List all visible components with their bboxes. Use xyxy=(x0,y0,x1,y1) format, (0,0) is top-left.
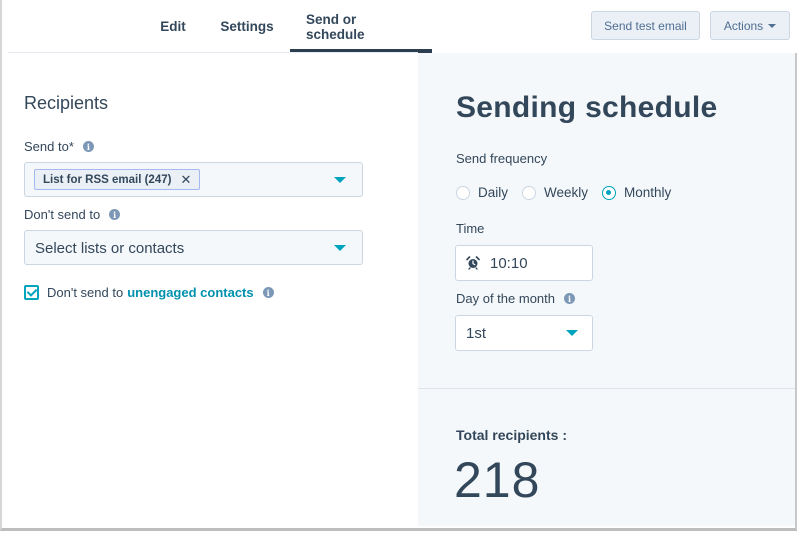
total-recipients-label: Total recipients : xyxy=(456,427,567,443)
sending-schedule-heading: Sending schedule xyxy=(456,91,718,124)
dont-send-to-label-text: Don't send to xyxy=(24,207,101,222)
time-label: Time xyxy=(456,221,485,236)
section-divider xyxy=(418,388,795,389)
unengaged-contacts-checkbox[interactable] xyxy=(24,285,39,300)
dont-send-to-label: Don't send to i xyxy=(24,207,121,222)
dont-send-to-placeholder: Select lists or contacts xyxy=(35,240,185,257)
tab-send-or-schedule[interactable]: Send or schedule xyxy=(290,0,432,53)
tab-edit[interactable]: Edit xyxy=(142,0,204,53)
unengaged-contacts-option: Don't send to unengaged contacts i xyxy=(24,285,274,300)
actions-label: Actions xyxy=(723,18,764,33)
radio-button[interactable] xyxy=(456,185,470,200)
day-of-month-select[interactable]: 1st xyxy=(455,315,593,351)
unengaged-prefix: Don't send to xyxy=(47,285,124,300)
chip-label: List for RSS email (247) xyxy=(43,173,172,186)
dropdown-arrow-icon xyxy=(334,245,346,251)
schedule-panel: Sending schedule Send frequency Daily We… xyxy=(418,53,795,526)
unengaged-contacts-link[interactable]: unengaged contacts xyxy=(127,285,253,300)
radio-label: Weekly xyxy=(544,185,589,200)
radio-label: Monthly xyxy=(624,185,672,200)
recipients-heading: Recipients xyxy=(24,93,109,113)
total-recipients-value: 218 xyxy=(454,452,541,508)
info-icon[interactable]: i xyxy=(109,209,121,220)
day-of-month-value: 1st xyxy=(466,325,487,342)
radio-weekly[interactable]: Weekly xyxy=(522,185,588,200)
time-input[interactable]: 10:10 xyxy=(455,245,593,281)
radio-button-selected[interactable] xyxy=(602,185,617,200)
day-of-month-label: Day of the month i xyxy=(456,291,575,306)
app-window: Edit Settings Send or schedule Send test… xyxy=(0,0,797,531)
top-nav: Edit Settings Send or schedule Send test… xyxy=(2,0,797,53)
radio-label: Daily xyxy=(478,185,509,200)
info-icon[interactable]: i xyxy=(564,293,575,304)
caret-down-icon xyxy=(768,24,777,28)
send-frequency-label: Send frequency xyxy=(456,151,548,166)
frequency-radio-group: Daily Weekly Monthly xyxy=(456,185,685,200)
radio-button[interactable] xyxy=(522,185,537,200)
actions-button[interactable]: Actions xyxy=(710,11,790,40)
day-of-month-label-text: Day of the month xyxy=(456,291,555,306)
time-value: 10:10 xyxy=(490,254,528,272)
selected-list-chip: List for RSS email (247) ✕ xyxy=(34,169,201,190)
info-icon[interactable]: i xyxy=(262,287,274,298)
dropdown-arrow-icon xyxy=(566,330,578,336)
dropdown-arrow-icon xyxy=(334,177,346,183)
tab-bar: Edit Settings Send or schedule xyxy=(142,0,432,53)
tab-settings[interactable]: Settings xyxy=(204,0,290,53)
send-to-label-text: Send to* xyxy=(24,139,74,154)
alarm-clock-icon xyxy=(466,256,480,270)
send-to-label: Send to* i xyxy=(24,139,94,154)
send-test-email-button[interactable]: Send test email xyxy=(591,11,700,40)
radio-daily[interactable]: Daily xyxy=(456,185,508,200)
remove-chip-icon[interactable]: ✕ xyxy=(180,172,191,188)
send-to-select[interactable]: List for RSS email (247) ✕ xyxy=(24,162,363,197)
dont-send-to-select[interactable]: Select lists or contacts xyxy=(24,230,363,265)
info-icon[interactable]: i xyxy=(82,141,94,152)
radio-monthly[interactable]: Monthly xyxy=(602,185,671,200)
recipients-panel: Recipients Send to* i List for RSS email… xyxy=(2,53,418,531)
